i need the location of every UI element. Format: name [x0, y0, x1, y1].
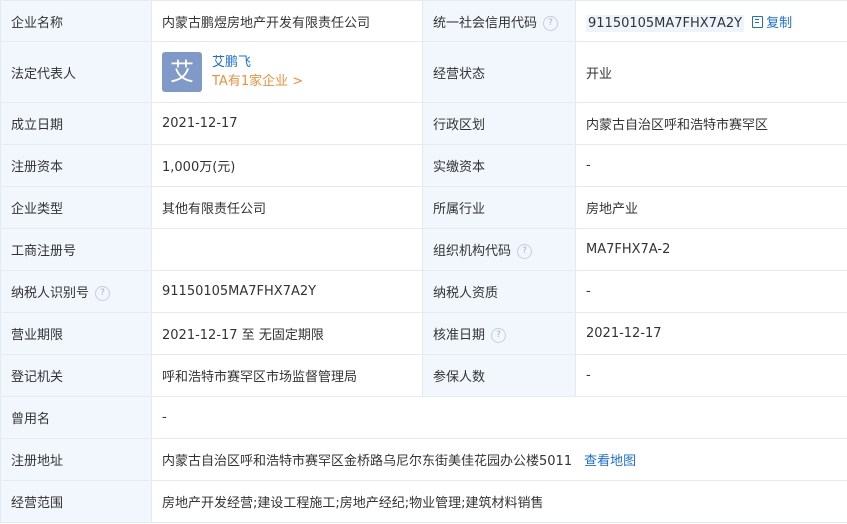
insured-value: -	[575, 354, 847, 397]
biz-reg-no-value	[151, 228, 423, 271]
biz-scope-value: 房地产开发经营;建设工程施工;房地产经纪;物业管理;建筑材料销售	[151, 480, 847, 523]
biz-term-label: 营业期限	[0, 312, 152, 355]
former-name-value: -	[151, 396, 847, 439]
row-address: 注册地址 内蒙古自治区呼和浩特市赛罕区金桥路乌尼尔东街美佳花园办公楼5011 查看…	[0, 438, 847, 481]
biz-reg-no-label: 工商注册号	[0, 228, 152, 271]
org-code-label-cell: 组织机构代码?	[422, 228, 576, 271]
help-icon[interactable]: ?	[491, 328, 507, 343]
insured-label: 参保人数	[422, 354, 576, 397]
row-established: 成立日期 2021-12-17 行政区划 内蒙古自治区呼和浩特市赛罕区	[0, 102, 847, 145]
industry-value: 房地产业	[575, 186, 847, 229]
credit-code-value: 91150105MA7FHX7A2Y	[586, 14, 745, 32]
credit-code-cell: 91150105MA7FHX7A2Y 复制	[575, 0, 847, 42]
row-scope: 经营范围 房地产开发经营;建设工程施工;房地产经纪;物业管理;建筑材料销售	[0, 480, 847, 523]
established-value: 2021-12-17	[151, 102, 423, 145]
tax-id-label: 纳税人识别号	[11, 286, 90, 301]
tax-qual-value: -	[575, 270, 847, 313]
org-code-label: 组织机构代码	[433, 244, 512, 259]
former-name-label: 曾用名	[0, 396, 152, 439]
row-former-name: 曾用名 -	[0, 396, 847, 439]
approval-date-value: 2021-12-17	[575, 312, 847, 355]
copy-icon	[752, 15, 764, 28]
company-name-label: 企业名称	[0, 0, 152, 42]
reg-address-cell: 内蒙古自治区呼和浩特市赛罕区金桥路乌尼尔东街美佳花园办公楼5011 查看地图	[151, 438, 847, 481]
reg-address-label: 注册地址	[0, 438, 152, 481]
company-type-value: 其他有限责任公司	[151, 186, 423, 229]
reg-capital-label: 注册资本	[0, 144, 152, 187]
org-code-value: MA7FHX7A-2	[575, 228, 847, 271]
copy-button[interactable]: 复制	[752, 15, 793, 31]
copy-label: 复制	[766, 15, 793, 31]
help-icon[interactable]: ?	[517, 244, 533, 259]
reg-authority-value: 呼和浩特市赛罕区市场监督管理局	[151, 354, 423, 397]
company-name-value: 内蒙古鹏煜房地产开发有限责任公司	[151, 0, 423, 42]
help-icon[interactable]: ?	[95, 286, 111, 301]
paid-capital-label: 实缴资本	[422, 144, 576, 187]
row-legal-rep: 法定代表人 艾 艾鹏飞 TA有1家企业 > 经营状态 开业	[0, 41, 847, 103]
reg-capital-value: 1,000万(元)	[151, 144, 423, 187]
view-map-link[interactable]: 查看地图	[584, 454, 636, 469]
reg-authority-label: 登记机关	[0, 354, 152, 397]
tax-qual-label: 纳税人资质	[422, 270, 576, 313]
tax-id-label-cell: 纳税人识别号?	[0, 270, 152, 313]
company-type-label: 企业类型	[0, 186, 152, 229]
biz-scope-label: 经营范围	[0, 480, 152, 523]
credit-code-label: 统一社会信用代码	[433, 15, 538, 31]
approval-date-label: 核准日期	[433, 328, 486, 343]
row-term: 营业期限 2021-12-17 至 无固定期限 核准日期? 2021-12-17	[0, 312, 847, 355]
help-icon[interactable]: ?	[543, 15, 559, 31]
legal-rep-text: 艾鹏飞 TA有1家企业 >	[212, 53, 303, 91]
legal-rep-companies-link[interactable]: TA有1家企业 >	[212, 72, 303, 91]
approval-date-label-cell: 核准日期?	[422, 312, 576, 355]
row-capital: 注册资本 1,000万(元) 实缴资本 -	[0, 144, 847, 187]
status-label: 经营状态	[422, 41, 576, 103]
tax-id-value: 91150105MA7FHX7A2Y	[151, 270, 423, 313]
row-biz-reg: 工商注册号 组织机构代码? MA7FHX7A-2	[0, 228, 847, 271]
reg-address-value: 内蒙古自治区呼和浩特市赛罕区金桥路乌尼尔东街美佳花园办公楼5011	[162, 454, 573, 469]
legal-rep-cell: 艾 艾鹏飞 TA有1家企业 >	[151, 41, 423, 103]
biz-term-value: 2021-12-17 至 无固定期限	[151, 312, 423, 355]
status-value: 开业	[575, 41, 847, 103]
avatar[interactable]: 艾	[162, 52, 202, 92]
legal-rep-block: 艾 艾鹏飞 TA有1家企业 >	[162, 52, 412, 92]
region-value: 内蒙古自治区呼和浩特市赛罕区	[575, 102, 847, 145]
credit-code-label-cell: 统一社会信用代码?	[422, 0, 576, 42]
industry-label: 所属行业	[422, 186, 576, 229]
legal-rep-name-link[interactable]: 艾鹏飞	[212, 53, 303, 72]
paid-capital-value: -	[575, 144, 847, 187]
row-company-name: 企业名称 内蒙古鹏煜房地产开发有限责任公司 统一社会信用代码? 91150105…	[0, 0, 847, 42]
company-info-table: 企业名称 内蒙古鹏煜房地产开发有限责任公司 统一社会信用代码? 91150105…	[0, 0, 847, 523]
row-company-type: 企业类型 其他有限责任公司 所属行业 房地产业	[0, 186, 847, 229]
region-label: 行政区划	[422, 102, 576, 145]
row-authority: 登记机关 呼和浩特市赛罕区市场监督管理局 参保人数 -	[0, 354, 847, 397]
established-label: 成立日期	[0, 102, 152, 145]
row-tax: 纳税人识别号? 91150105MA7FHX7A2Y 纳税人资质 -	[0, 270, 847, 313]
legal-rep-label: 法定代表人	[0, 41, 152, 103]
